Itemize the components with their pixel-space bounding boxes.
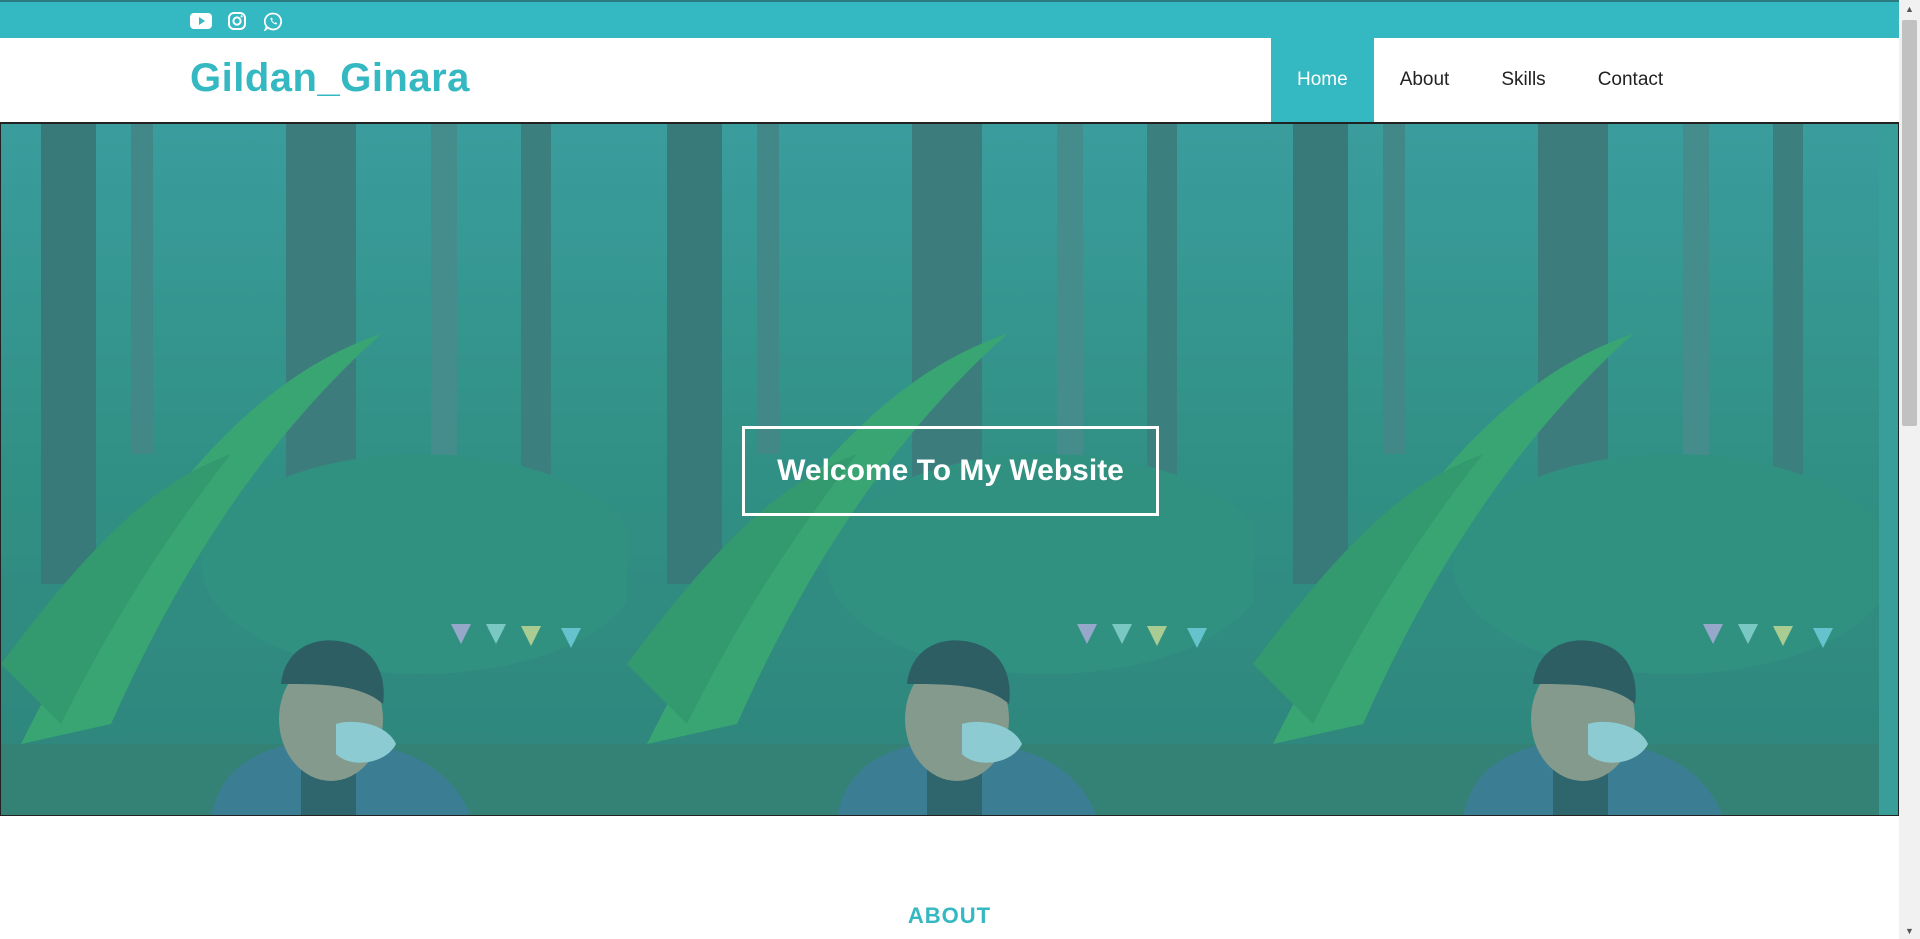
navbar: Gildan_Ginara Home About Skills Contact: [0, 38, 1899, 123]
scroll-up-icon[interactable]: ▲: [1899, 0, 1920, 17]
hero-color-overlay: [1, 124, 627, 815]
scroll-down-icon[interactable]: ▼: [1899, 922, 1920, 939]
nav-menu: Home About Skills Contact: [1271, 38, 1689, 122]
about-heading: ABOUT: [907, 903, 992, 928]
hero-banner: Welcome To My Website: [0, 123, 1899, 816]
youtube-icon[interactable]: [190, 10, 212, 32]
hero-color-overlay: [1253, 124, 1879, 815]
scroll-thumb[interactable]: [1902, 20, 1917, 426]
instagram-icon[interactable]: [226, 10, 248, 32]
nav-item-home[interactable]: Home: [1271, 38, 1374, 122]
nav-item-about[interactable]: About: [1374, 38, 1476, 122]
hero-photo: [1253, 124, 1879, 815]
hero-color-overlay: [1879, 124, 1898, 815]
whatsapp-icon[interactable]: [262, 10, 284, 32]
social-links: [190, 10, 284, 32]
page-scrollbar[interactable]: ▲ ▼: [1899, 0, 1920, 939]
nav-item-contact[interactable]: Contact: [1572, 38, 1689, 122]
brand-logo[interactable]: Gildan_Ginara: [190, 56, 470, 101]
top-bar: [0, 0, 1899, 38]
nav-item-skills[interactable]: Skills: [1475, 38, 1571, 122]
hero-photo: [1879, 124, 1898, 815]
welcome-button[interactable]: Welcome To My Website: [742, 426, 1159, 516]
hero-photo: [1, 124, 627, 815]
